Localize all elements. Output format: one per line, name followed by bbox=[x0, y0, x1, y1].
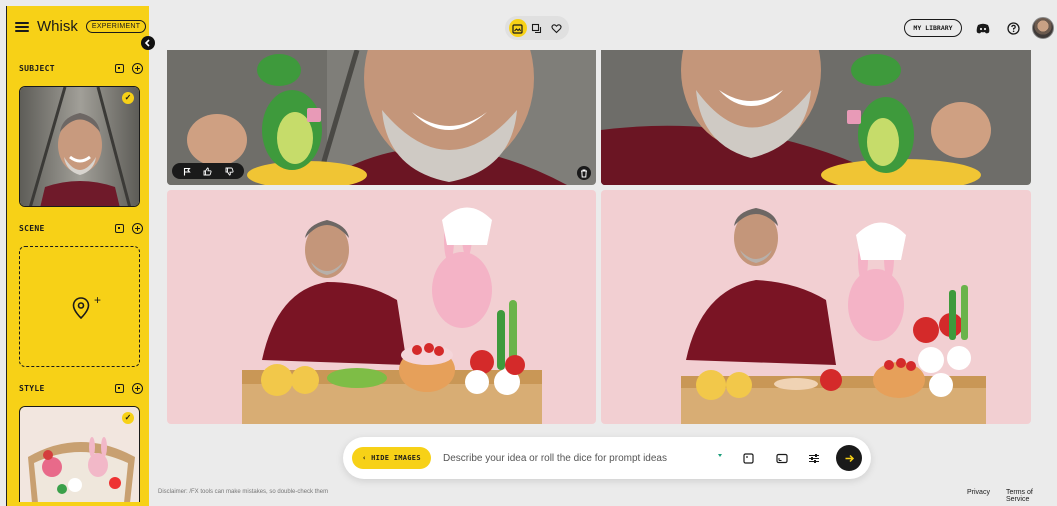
add-plus-icon: + bbox=[94, 293, 102, 307]
image-4-art bbox=[601, 190, 1031, 424]
sidebar-header: Whisk EXPERIMENT bbox=[15, 18, 147, 35]
thumbs-down-icon[interactable] bbox=[223, 165, 235, 177]
generated-image-2[interactable] bbox=[601, 50, 1031, 185]
aspect-ratio-button[interactable] bbox=[775, 451, 789, 465]
subject-thumbnail[interactable]: ✓ bbox=[19, 86, 140, 207]
submit-button[interactable] bbox=[836, 445, 862, 471]
collapse-sidebar-button[interactable] bbox=[141, 36, 155, 50]
style-section-header: STYLE bbox=[19, 383, 143, 394]
discord-icon bbox=[976, 23, 990, 33]
subject-section-header: SUBJECT bbox=[19, 63, 143, 74]
menu-icon[interactable] bbox=[15, 21, 29, 32]
discord-button[interactable] bbox=[975, 20, 991, 36]
style-title: STYLE bbox=[19, 384, 45, 393]
image-add-mode-button[interactable] bbox=[508, 19, 527, 37]
prompt-input[interactable] bbox=[443, 449, 703, 467]
app-title: Whisk bbox=[37, 18, 78, 35]
my-library-button[interactable]: MY LIBRARY bbox=[904, 19, 962, 37]
privacy-link[interactable]: Privacy bbox=[967, 489, 990, 496]
add-style-icon[interactable] bbox=[132, 383, 143, 394]
image-upload-icon[interactable] bbox=[115, 64, 124, 73]
image-2-art bbox=[601, 50, 1031, 185]
selected-check-icon: ✓ bbox=[122, 92, 134, 104]
trash-icon bbox=[581, 169, 587, 177]
selected-check-icon: ✓ bbox=[122, 412, 134, 424]
image-add-icon bbox=[512, 23, 523, 34]
favorites-mode-button[interactable] bbox=[547, 19, 565, 37]
add-scene-icon[interactable] bbox=[132, 223, 143, 234]
help-button[interactable] bbox=[1005, 20, 1021, 36]
chevron-left-icon: ‹ bbox=[362, 454, 372, 462]
subject-image bbox=[20, 87, 139, 206]
hide-images-label: HIDE IMAGES bbox=[371, 454, 421, 462]
experiment-badge: EXPERIMENT bbox=[85, 20, 147, 33]
location-pin-icon bbox=[72, 297, 90, 319]
aspect-ratio-icon bbox=[776, 453, 788, 463]
arrow-right-icon bbox=[845, 454, 854, 462]
remix-mode-button[interactable] bbox=[528, 19, 546, 37]
mode-switcher bbox=[505, 16, 569, 40]
image-upload-icon[interactable] bbox=[115, 384, 124, 393]
add-subject-icon[interactable] bbox=[132, 63, 143, 74]
hide-images-button[interactable]: ‹ HIDE IMAGES bbox=[352, 447, 431, 469]
image-feedback-bar bbox=[172, 163, 244, 179]
image-add-icon bbox=[742, 452, 754, 464]
scene-section-header: SCENE bbox=[19, 223, 143, 234]
disclaimer-text: Disclaimer: /FX tools can make mistakes,… bbox=[158, 489, 329, 495]
thumbs-up-icon[interactable] bbox=[202, 165, 214, 177]
add-image-button[interactable] bbox=[741, 451, 755, 465]
subject-title: SUBJECT bbox=[19, 64, 55, 73]
style-thumbnail[interactable]: ✓ bbox=[19, 406, 140, 502]
generated-image-3[interactable] bbox=[167, 190, 596, 424]
settings-button[interactable] bbox=[807, 451, 821, 465]
avatar[interactable] bbox=[1032, 17, 1054, 39]
help-icon bbox=[1006, 21, 1020, 35]
prompt-bar: ‹ HIDE IMAGES bbox=[343, 437, 871, 479]
generated-image-4[interactable] bbox=[601, 190, 1031, 424]
image-3-art bbox=[167, 190, 596, 424]
delete-image-button[interactable] bbox=[577, 166, 591, 180]
heart-icon bbox=[551, 23, 562, 33]
remix-icon bbox=[532, 23, 542, 33]
image-upload-icon[interactable] bbox=[115, 224, 124, 233]
dropdown-indicator-icon[interactable] bbox=[718, 454, 722, 457]
terms-link[interactable]: Terms of Service bbox=[1006, 489, 1057, 503]
chevron-left-icon bbox=[144, 39, 150, 47]
sidebar: Whisk EXPERIMENT SUBJECT ✓ SCENE + STYLE… bbox=[6, 6, 149, 506]
scene-dropzone[interactable]: + bbox=[19, 246, 140, 367]
flag-icon[interactable] bbox=[181, 165, 193, 177]
scene-title: SCENE bbox=[19, 224, 45, 233]
sliders-icon bbox=[809, 453, 819, 463]
